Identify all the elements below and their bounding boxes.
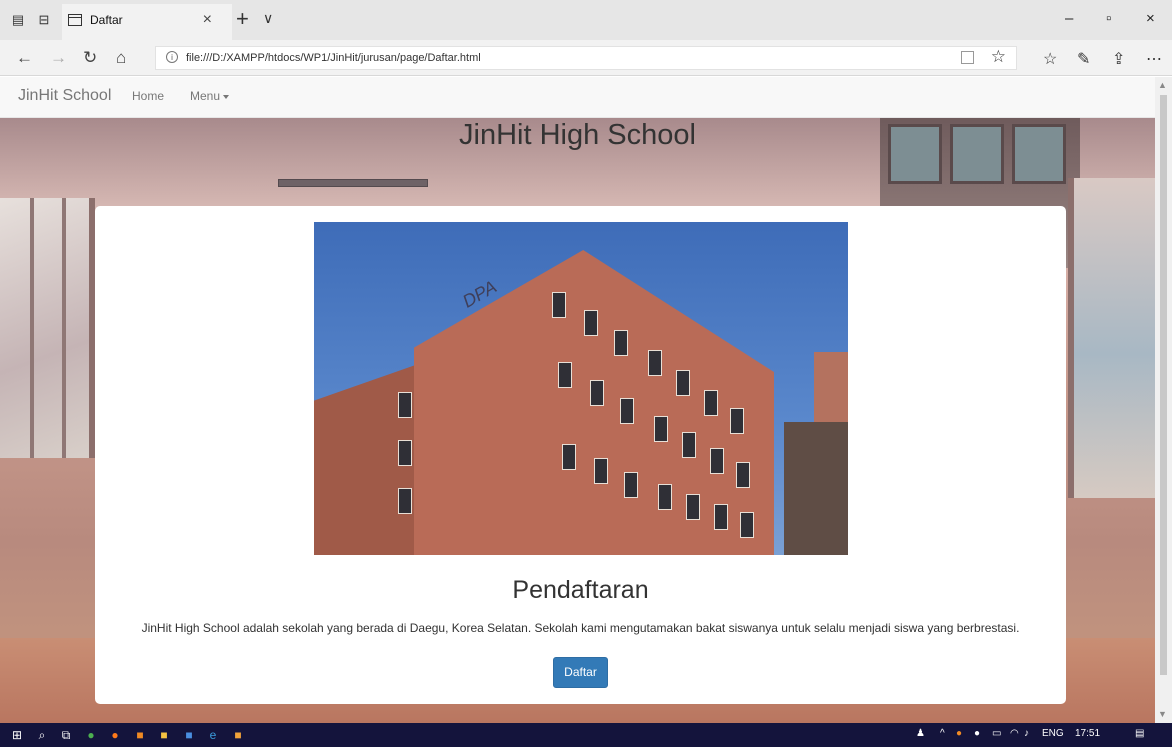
maximize-button[interactable]: ▫ [1106, 10, 1111, 27]
battery-icon[interactable]: ▭ [992, 728, 1001, 739]
share-icon[interactable]: ⇪ [1112, 49, 1125, 69]
card-description: JinHit High School adalah sekolah yang b… [141, 621, 1020, 635]
clock-time[interactable]: 17:51 [1075, 728, 1100, 739]
address-toolbar: ← → ↻ ⌂ i file:///D:/XAMPP/htdocs/WP1/Ji… [0, 40, 1172, 76]
ceiling-lamp [278, 179, 428, 187]
tray-app-icon[interactable]: ● [974, 728, 980, 739]
site-navbar: JinHit School Home Menu [0, 77, 1155, 118]
back-arrow-icon[interactable]: ← [16, 48, 33, 68]
nav-menu-dropdown[interactable]: Menu [190, 89, 230, 103]
language-indicator[interactable]: ENG [1042, 728, 1064, 739]
tab-preview-chevron-icon[interactable]: ∨ [263, 10, 273, 27]
volume-icon[interactable]: ♪ [1024, 728, 1029, 739]
address-field[interactable]: i file:///D:/XAMPP/htdocs/WP1/JinHit/jur… [155, 46, 1017, 70]
favorites-list-icon[interactable]: ☆ [1043, 49, 1057, 69]
tab-restore-icon[interactable]: ⊟ [36, 12, 52, 28]
chrome-icon[interactable]: ● [84, 728, 98, 742]
jumbotron-card: DPA Pendaftaran JinHit High School adala… [95, 206, 1066, 704]
browser-tab-bar: ▤ ⊟ Daftar × + ∨ – ▫ × [0, 0, 1172, 40]
tray-app-icon[interactable]: ● [956, 728, 962, 739]
nav-link-home[interactable]: Home [132, 89, 164, 103]
search-icon[interactable]: ⌕ [35, 728, 49, 742]
task-view-icon[interactable]: ⧉ [59, 728, 73, 742]
people-icon[interactable]: ♟ [916, 728, 925, 739]
action-center-icon[interactable]: ▤ [1135, 728, 1144, 739]
url-text[interactable]: file:///D:/XAMPP/htdocs/WP1/JinHit/jurus… [186, 52, 481, 64]
star-icon[interactable]: ☆ [991, 47, 1006, 67]
tab-set-aside-icon[interactable]: ▤ [10, 12, 26, 28]
minimize-button[interactable]: – [1065, 10, 1073, 27]
page-scrollbar[interactable]: ▲ ▼ [1155, 77, 1172, 723]
firefox-icon[interactable]: ● [108, 728, 122, 742]
xampp-icon[interactable]: ■ [133, 728, 147, 742]
file-explorer-icon[interactable]: ■ [157, 728, 171, 742]
right-window [1068, 178, 1155, 498]
tab-close-icon[interactable]: × [203, 11, 212, 29]
home-icon[interactable]: ⌂ [116, 48, 126, 68]
store-icon[interactable]: ■ [182, 728, 196, 742]
pen-icon[interactable]: ✎ [1077, 49, 1090, 69]
more-icon[interactable]: ⋯ [1146, 49, 1162, 69]
school-building-photo: DPA [314, 222, 848, 555]
page-icon [68, 14, 82, 26]
wifi-icon[interactable]: ◠ [1010, 728, 1019, 739]
windows-taskbar: ⊞ ⌕ ⧉ ● ● ■ ■ ■ e ■ ♟ ^ ● ● ▭ ◠ ♪ ENG 17… [0, 723, 1172, 747]
refresh-icon[interactable]: ↻ [83, 48, 97, 68]
scroll-down-icon[interactable]: ▼ [1158, 709, 1167, 719]
card-title: Pendaftaran [512, 576, 649, 604]
scrollbar-thumb[interactable] [1160, 95, 1167, 675]
page-viewport: JinHit School Home Menu JinHit High Scho… [0, 77, 1172, 723]
scroll-up-icon[interactable]: ▲ [1158, 80, 1167, 90]
daftar-button[interactable]: Daftar [553, 657, 608, 688]
nav-menu-label: Menu [190, 89, 221, 103]
building-far [814, 352, 848, 432]
info-icon[interactable]: i [166, 51, 178, 63]
building-right-glass [784, 422, 848, 555]
sublime-icon[interactable]: ■ [231, 728, 245, 742]
left-window [0, 198, 95, 458]
tab-daftar[interactable]: Daftar × [62, 4, 232, 40]
forward-arrow-icon[interactable]: → [50, 48, 67, 68]
new-tab-button[interactable]: + [236, 6, 249, 32]
page-heading: JinHit High School [459, 119, 696, 151]
reading-view-icon[interactable] [961, 51, 974, 64]
show-hidden-icons-chevron-icon[interactable]: ^ [940, 728, 945, 739]
navbar-brand[interactable]: JinHit School [18, 87, 111, 105]
windows-start-icon[interactable]: ⊞ [10, 728, 24, 742]
caret-down-icon [223, 94, 230, 99]
tab-title: Daftar [90, 13, 123, 27]
edge-icon[interactable]: e [206, 728, 220, 742]
close-window-button[interactable]: × [1146, 10, 1155, 27]
